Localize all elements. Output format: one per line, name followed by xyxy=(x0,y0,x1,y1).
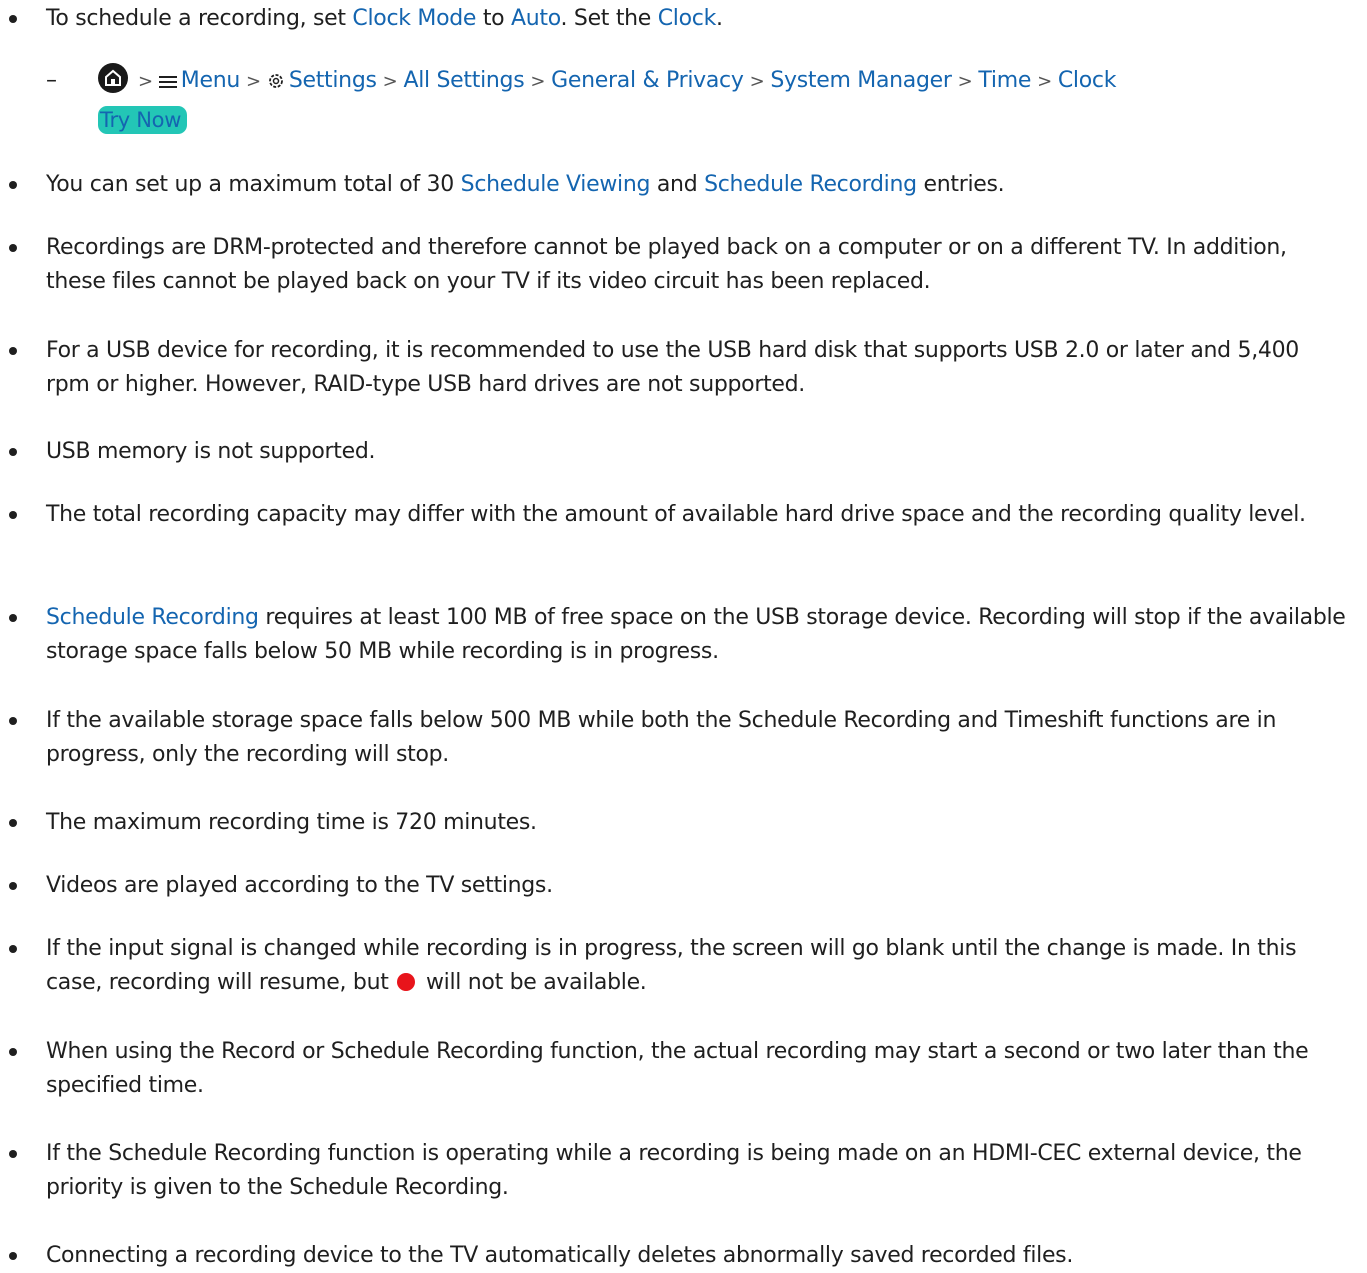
list-item: Videos are played according to the TV se… xyxy=(9,869,1346,903)
list-item: Recordings are DRM-protected and therefo… xyxy=(9,231,1346,299)
link-settings[interactable]: Settings xyxy=(289,68,377,93)
text: . Set the xyxy=(560,6,658,31)
text: will not be available. xyxy=(419,970,647,995)
link-all-settings[interactable]: All Settings xyxy=(403,68,524,93)
chevron-right-icon: > xyxy=(530,71,546,92)
chevron-right-icon: > xyxy=(1037,71,1052,92)
chevron-right-icon: > xyxy=(382,71,398,92)
list-item: To schedule a recording, set Clock Mode … xyxy=(9,2,1346,36)
list-item: The maximum recording time is 720 minute… xyxy=(9,806,1346,840)
dash: – xyxy=(46,68,57,93)
text: To schedule a recording, set xyxy=(46,6,353,31)
list-item: Schedule Recording requires at least 100… xyxy=(9,601,1346,669)
text: You can set up a maximum total of 30 xyxy=(46,172,461,197)
try-now-button[interactable]: Try Now xyxy=(98,106,188,134)
document-page: To schedule a recording, set Clock Mode … xyxy=(0,0,1367,1269)
list-item: If the input signal is changed while rec… xyxy=(9,932,1346,1000)
list-item: USB memory is not supported. xyxy=(9,435,1346,469)
record-icon xyxy=(397,973,416,991)
link-general-privacy[interactable]: General & Privacy xyxy=(551,68,744,93)
link-schedule-recording[interactable]: Schedule Recording xyxy=(46,605,259,630)
list-item: If the available storage space falls bel… xyxy=(9,704,1346,772)
text: entries. xyxy=(916,172,1005,197)
list-item: If the Schedule Recording function is op… xyxy=(9,1137,1346,1205)
list-item: For a USB device for recording, it is re… xyxy=(9,334,1346,402)
link-auto[interactable]: Auto xyxy=(511,6,561,31)
list-item: Connecting a recording device to the TV … xyxy=(9,1239,1346,1273)
gear-icon xyxy=(267,66,285,102)
chevron-right-icon: > xyxy=(138,71,153,92)
link-clock-setting[interactable]: Clock xyxy=(1058,68,1117,93)
link-menu[interactable]: Menu xyxy=(181,68,241,93)
home-icon[interactable] xyxy=(98,63,128,93)
text: and xyxy=(650,172,705,197)
link-clock[interactable]: Clock xyxy=(658,6,717,31)
link-schedule-viewing[interactable]: Schedule Viewing xyxy=(461,172,651,197)
list-item: The total recording capacity may differ … xyxy=(9,498,1346,532)
link-system-manager[interactable]: System Manager xyxy=(770,68,952,93)
chevron-right-icon: > xyxy=(749,71,765,92)
list-item: You can set up a maximum total of 30 Sch… xyxy=(9,168,1346,202)
menu-path: – > Menu > Settings > All Settings > General & P… xyxy=(46,63,1348,139)
link-schedule-recording[interactable]: Schedule Recording xyxy=(704,172,917,197)
text: . xyxy=(716,6,723,31)
menu-icon xyxy=(158,66,177,102)
chevron-right-icon: > xyxy=(246,71,261,92)
link-time[interactable]: Time xyxy=(978,68,1031,93)
text: If the input signal is changed while rec… xyxy=(46,936,1297,995)
text: to xyxy=(476,6,512,31)
link-clock-mode[interactable]: Clock Mode xyxy=(352,6,476,31)
chevron-right-icon: > xyxy=(957,71,973,92)
list-item: When using the Record or Schedule Record… xyxy=(9,1035,1346,1103)
